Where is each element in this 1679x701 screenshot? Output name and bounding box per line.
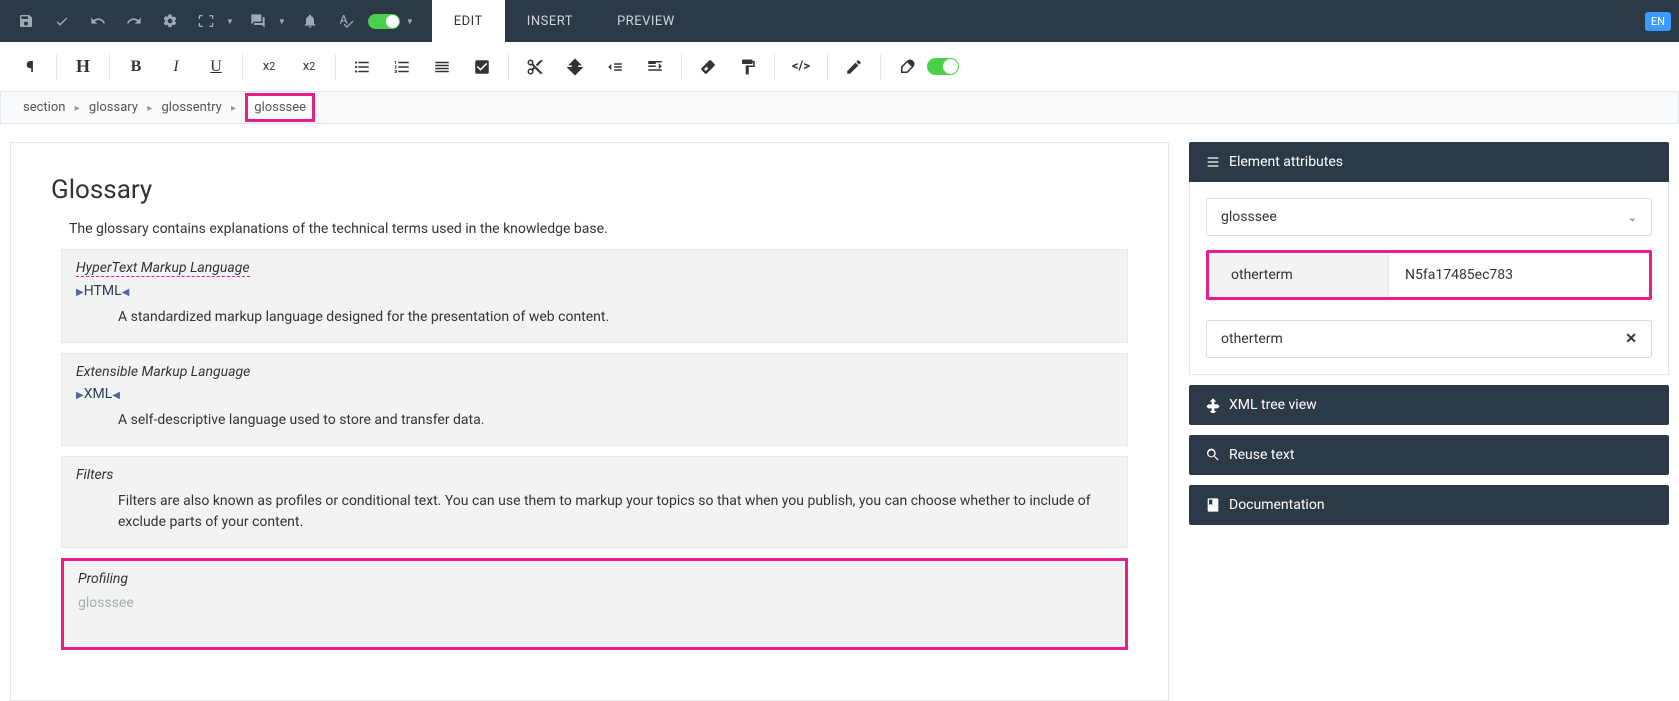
underline-icon[interactable]: U: [196, 42, 236, 92]
check-icon[interactable]: [44, 0, 80, 42]
breadcrumb: section ▸ glossary ▸ glossentry ▸ glosss…: [0, 92, 1679, 124]
attribute-value[interactable]: N5fa17485ec783: [1389, 253, 1649, 297]
attribute-row: otherterm N5fa17485ec783: [1206, 250, 1652, 300]
italic-icon[interactable]: I: [156, 42, 196, 92]
outdent-icon[interactable]: [595, 42, 635, 92]
glossacronym: HTML: [84, 283, 122, 299]
attribute-input-value: otherterm: [1221, 331, 1283, 347]
superscript-icon[interactable]: x2: [249, 42, 289, 92]
glossdef: Filters are also known as profiles or co…: [118, 491, 1113, 533]
breadcrumb-glossary[interactable]: glossary: [89, 100, 138, 115]
tab-edit[interactable]: EDIT: [432, 0, 505, 42]
glossentry-selected[interactable]: Profiling glosssee: [61, 558, 1128, 650]
pencil-icon[interactable]: [834, 42, 874, 92]
fit-dropdown-caret[interactable]: ▼: [220, 17, 240, 26]
glossacronym: XML: [84, 386, 113, 402]
breadcrumb-glossentry[interactable]: glossentry: [161, 100, 221, 115]
glossentry[interactable]: Extensible Markup Language ▶XML◀ A self-…: [61, 353, 1128, 446]
checklist-icon[interactable]: [462, 42, 502, 92]
glossdef: A self-descriptive language used to stor…: [118, 410, 1113, 431]
element-select-value: glosssee: [1221, 209, 1277, 225]
spellcheck-icon[interactable]: [328, 0, 364, 42]
language-badge[interactable]: EN: [1645, 12, 1671, 31]
glossterm: HyperText Markup Language: [76, 260, 250, 277]
fit-icon[interactable]: [188, 0, 224, 42]
glossterm: Profiling: [78, 571, 128, 587]
clear-icon[interactable]: ✕: [1625, 331, 1637, 347]
search-icon: [1205, 447, 1221, 463]
feather-toggle[interactable]: [927, 58, 959, 75]
indent-icon[interactable]: [635, 42, 675, 92]
documentation-accordion[interactable]: Documentation: [1189, 485, 1669, 525]
element-attributes-header[interactable]: Element attributes: [1189, 142, 1669, 182]
gear-icon[interactable]: [152, 0, 188, 42]
spellcheck-toggle[interactable]: [368, 14, 400, 29]
sitemap-icon: [1205, 397, 1221, 413]
page-title: Glossary: [51, 175, 1128, 205]
bell-icon[interactable]: [292, 0, 328, 42]
tab-preview[interactable]: PREVIEW: [595, 0, 697, 42]
editor-panel[interactable]: Glossary The glossary contains explanati…: [10, 142, 1169, 701]
code-icon[interactable]: </>: [781, 42, 821, 92]
attribute-key: otherterm: [1209, 253, 1389, 297]
book-icon: [1205, 497, 1221, 513]
top-toolbar: ▼ ▼ ▼ EDIT INSERT PREVIEW EN: [0, 0, 1679, 42]
bold-icon[interactable]: B: [116, 42, 156, 92]
ul-icon[interactable]: [342, 42, 382, 92]
redo-icon[interactable]: [116, 0, 152, 42]
glossterm: Filters: [76, 467, 113, 483]
spellcheck-dropdown-caret[interactable]: ▼: [400, 17, 420, 26]
format-toolbar: ¶ H B I U x2 x2 </>: [0, 42, 1679, 92]
paragraph-icon[interactable]: ¶: [10, 42, 50, 92]
glossary-intro: The glossary contains explanations of th…: [69, 221, 1128, 237]
glossdef: A standardized markup language designed …: [118, 307, 1113, 328]
tab-insert[interactable]: INSERT: [505, 0, 595, 42]
paint-icon[interactable]: [728, 42, 768, 92]
comments-icon[interactable]: [240, 0, 276, 42]
compress-icon[interactable]: [555, 42, 595, 92]
subscript-icon[interactable]: x2: [289, 42, 329, 92]
align-icon[interactable]: [422, 42, 462, 92]
heading-icon[interactable]: H: [63, 42, 103, 92]
attribute-input[interactable]: otherterm ✕: [1206, 320, 1652, 358]
element-select[interactable]: glosssee ⌄: [1206, 198, 1652, 236]
ol-icon[interactable]: [382, 42, 422, 92]
glossentry[interactable]: HyperText Markup Language ▶HTML◀ A stand…: [61, 249, 1128, 343]
chevron-down-icon: ⌄: [1628, 211, 1637, 224]
cut-icon[interactable]: [515, 42, 555, 92]
eraser-icon[interactable]: [688, 42, 728, 92]
feather-icon[interactable]: [887, 42, 927, 92]
reuse-text-accordion[interactable]: Reuse text: [1189, 435, 1669, 475]
list-icon: [1205, 154, 1221, 170]
save-icon[interactable]: [8, 0, 44, 42]
undo-icon[interactable]: [80, 0, 116, 42]
sidebar: Element attributes glosssee ⌄ otherterm …: [1189, 142, 1679, 525]
glossterm: Extensible Markup Language: [76, 364, 250, 380]
glossentry[interactable]: Filters Filters are also known as profil…: [61, 456, 1128, 548]
breadcrumb-glosssee[interactable]: glosssee: [245, 93, 315, 122]
xml-tree-view-accordion[interactable]: XML tree view: [1189, 385, 1669, 425]
breadcrumb-section[interactable]: section: [23, 100, 65, 115]
comments-dropdown-caret[interactable]: ▼: [272, 17, 292, 26]
glosssee-placeholder: glosssee: [78, 595, 1111, 611]
